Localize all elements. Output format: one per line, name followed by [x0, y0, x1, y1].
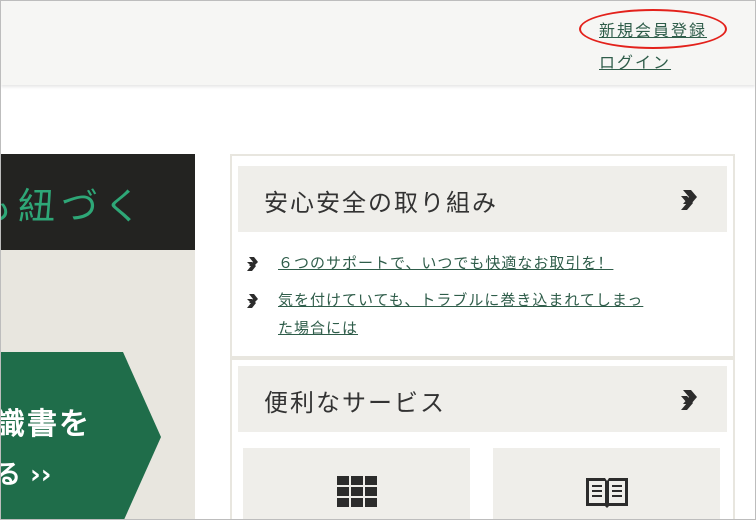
site-header: 新規会員登録 ログイン	[1, 1, 755, 85]
banner-cta-line2: る ››	[0, 460, 52, 490]
grid-icon	[336, 476, 377, 507]
bullet-arrow-icon	[247, 294, 258, 308]
banner-cta-line1: 識書を	[0, 407, 91, 442]
banner-heading-strip: も紐づく	[1, 154, 195, 250]
services-section-header[interactable]: 便利なサービス	[238, 366, 727, 432]
services-section-title: 便利なサービス	[264, 389, 446, 417]
services-card: 便利なサービス	[232, 360, 733, 519]
chevron-right-icon	[681, 190, 697, 210]
safety-link-support[interactable]: ６つのサポートで、いつでも快適なお取引を！	[246, 254, 716, 278]
login-link[interactable]: ログイン	[599, 49, 671, 73]
safety-link-trouble-label-line1: 気を付けていても、トラブルに巻き込まれてしまっ	[278, 291, 644, 309]
browser-viewport: 新規会員登録 ログイン も紐づく 識書を る ›› 安心安全の取り組み	[0, 0, 756, 520]
safety-card: 安心安全の取り組み ６つのサポートで、いつでも快適なお取引を！ 気を付けていても…	[232, 156, 733, 356]
chevron-right-icon	[681, 390, 697, 410]
bullet-arrow-icon	[247, 257, 258, 271]
safety-link-support-label: ６つのサポートで、いつでも快適なお取引を！	[278, 254, 614, 272]
sidebar-panel: 安心安全の取り組み ６つのサポートで、いつでも快適なお取引を！ 気を付けていても…	[230, 154, 735, 519]
register-link[interactable]: 新規会員登録	[599, 17, 707, 41]
safety-link-trouble-label-line2: た場合には	[278, 319, 359, 337]
safety-section-header[interactable]: 安心安全の取り組み	[238, 166, 727, 232]
promo-banner[interactable]: も紐づく 識書を る ››	[0, 154, 195, 519]
book-icon	[585, 478, 628, 508]
banner-heading-text: も紐づく	[1, 185, 147, 228]
safety-link-trouble[interactable]: 気を付けていても、トラブルに巻き込まれてしまっ た場合には	[246, 291, 716, 345]
service-tile-catalog[interactable]	[243, 448, 470, 519]
service-tile-guide[interactable]	[493, 448, 720, 519]
safety-section-title: 安心安全の取り組み	[264, 189, 498, 217]
